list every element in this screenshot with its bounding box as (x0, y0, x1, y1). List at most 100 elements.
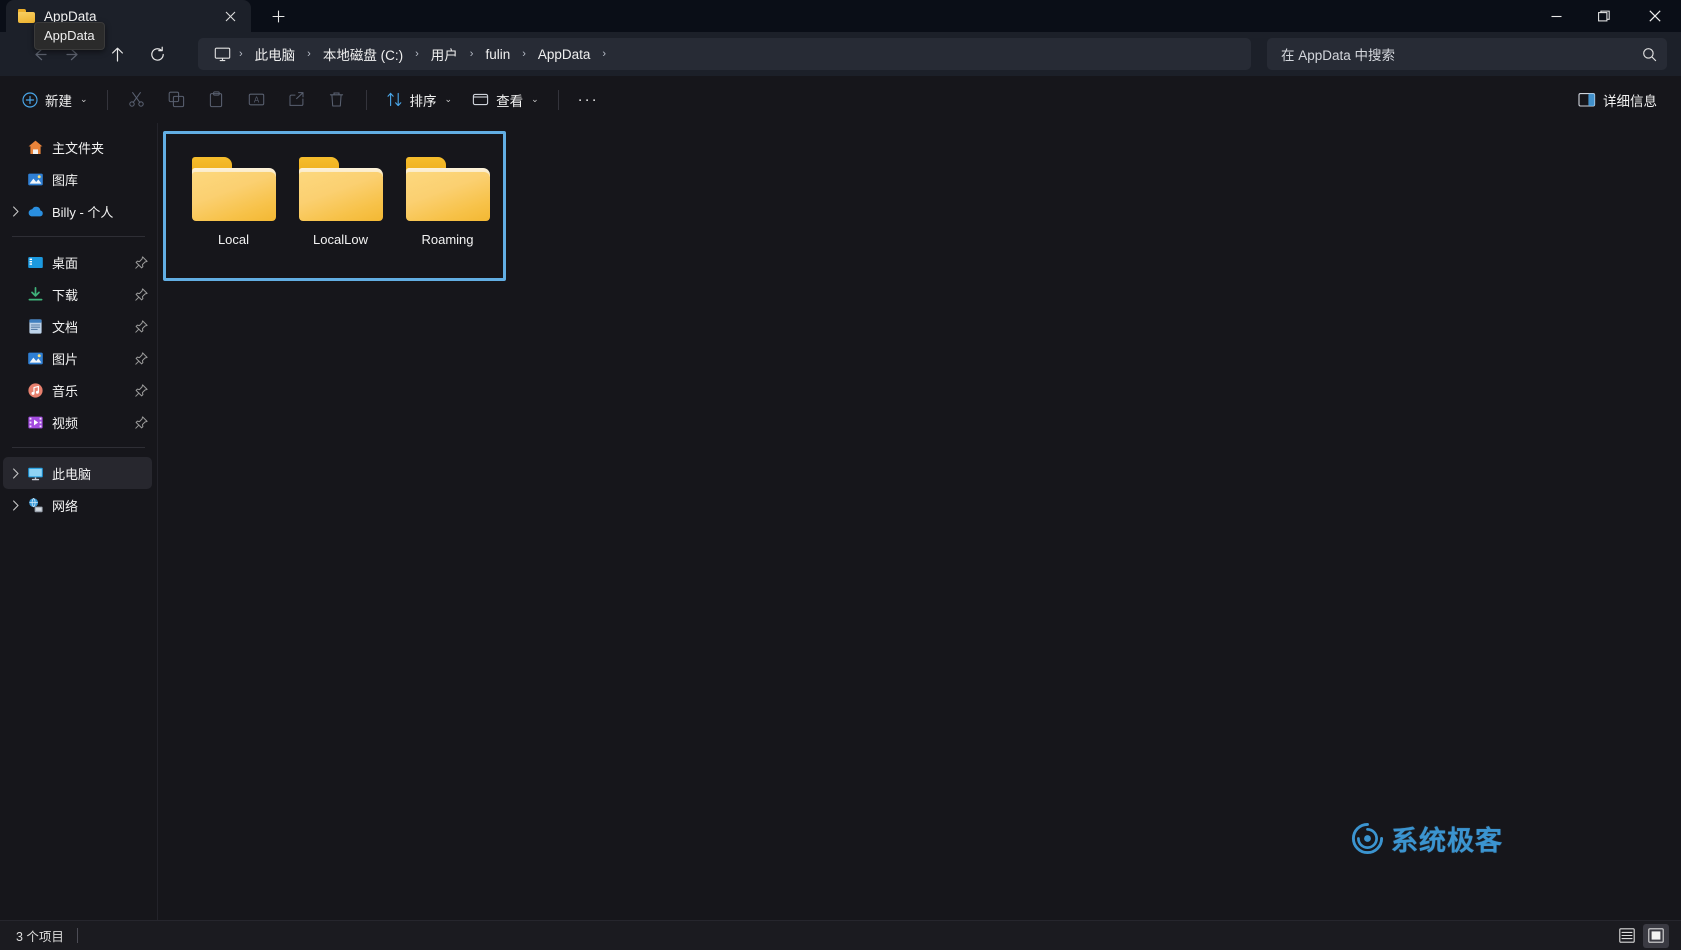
cut-button[interactable] (117, 83, 157, 116)
navigation-bar: › 此电脑 › 本地磁盘 (C:) › 用户 › fulin › AppData… (0, 32, 1681, 76)
pin-icon[interactable] (130, 255, 152, 269)
breadcrumb-item-4[interactable]: AppData (530, 44, 599, 65)
breadcrumb-separator: › (469, 48, 474, 60)
expander-placeholder: › (7, 257, 25, 268)
sidebar-item-desktop[interactable]: › 桌面 (3, 246, 152, 278)
sidebar-item-label: 桌面 (52, 255, 79, 271)
delete-button[interactable] (317, 83, 357, 116)
expander-placeholder: › (7, 142, 25, 153)
documents-icon (25, 316, 45, 336)
sidebar-item-label: 音乐 (52, 383, 79, 399)
pin-icon[interactable] (130, 287, 152, 301)
paste-button[interactable] (197, 83, 237, 116)
expander-placeholder: › (7, 385, 25, 396)
this-pc-breadcrumb-icon[interactable] (214, 47, 231, 62)
this-pc-icon (25, 463, 45, 483)
tab-tooltip: AppData (34, 22, 105, 50)
home-icon (25, 137, 45, 157)
sidebar-item-this-pc[interactable]: 此电脑 (3, 457, 152, 489)
large-icons-view-icon[interactable] (1643, 923, 1669, 948)
file-grid: Local LocalLow Roaming (168, 139, 1681, 247)
share-button[interactable] (277, 83, 317, 116)
chevron-right-icon[interactable] (7, 205, 25, 217)
file-item-locallow[interactable]: LocalLow (287, 149, 394, 247)
file-item-local[interactable]: Local (180, 149, 287, 247)
ellipsis-icon: ··· (577, 91, 599, 108)
sidebar-item-pictures[interactable]: › 图片 (3, 342, 152, 374)
sidebar-item-label: 下载 (52, 287, 79, 303)
sidebar-item-network[interactable]: 网络 (3, 489, 152, 521)
pin-icon[interactable] (130, 351, 152, 365)
watermark: 系统极客 (1351, 819, 1503, 858)
view-button-label: 查看 (496, 93, 524, 109)
copy-button[interactable] (157, 83, 197, 116)
refresh-icon[interactable] (140, 37, 174, 71)
file-list-area[interactable]: Local LocalLow Roaming 系统极客 (158, 123, 1681, 920)
view-button[interactable]: 查看 ⌄ (462, 83, 549, 116)
svg-text:A: A (254, 96, 260, 105)
details-pane-label: 详细信息 (1603, 93, 1657, 109)
expander-placeholder: › (7, 321, 25, 332)
chevron-right-icon[interactable] (7, 467, 25, 479)
item-count-label: 3 个项目 (16, 930, 64, 944)
command-bar: 新建 ⌄ A 排序 ⌄ 查看 ⌄ ··· 详细信息 (0, 76, 1681, 123)
breadcrumb-item-0[interactable]: 此电脑 (247, 41, 304, 67)
toolbar-separator (365, 89, 367, 110)
sort-button[interactable]: 排序 ⌄ (376, 83, 463, 116)
sidebar-item-documents[interactable]: › 文档 (3, 310, 152, 342)
search-input[interactable]: 在 AppData 中搜索 (1267, 38, 1667, 70)
sidebar-item-gallery[interactable]: › 图库 (3, 163, 152, 195)
minimize-icon[interactable] (1532, 0, 1580, 32)
sidebar-item-music[interactable]: › 音乐 (3, 374, 152, 406)
breadcrumb-separator: › (602, 48, 607, 60)
gallery-icon (25, 169, 45, 189)
pin-icon[interactable] (130, 383, 152, 397)
more-options-button[interactable]: ··· (568, 83, 609, 116)
chevron-right-icon[interactable] (7, 499, 25, 511)
pin-icon[interactable] (130, 319, 152, 333)
navigation-sidebar[interactable]: › 主文件夹 › 图库 Billy - 个人 (0, 123, 158, 920)
file-item-roaming[interactable]: Roaming (394, 149, 501, 247)
close-tab-icon[interactable] (217, 3, 243, 29)
new-tab-button[interactable] (263, 2, 293, 30)
folder-icon (298, 153, 383, 221)
close-window-icon[interactable] (1628, 0, 1681, 32)
sidebar-item-downloads[interactable]: › 下载 (3, 278, 152, 310)
window-controls (1532, 0, 1681, 32)
sidebar-item-label: 图库 (52, 172, 79, 188)
expander-placeholder: › (7, 353, 25, 364)
breadcrumb-item-3[interactable]: fulin (477, 44, 518, 65)
new-button-label: 新建 (45, 93, 72, 109)
folder-icon (18, 9, 35, 23)
pin-icon[interactable] (130, 415, 152, 429)
address-bar[interactable]: › 此电脑 › 本地磁盘 (C:) › 用户 › fulin › AppData… (198, 38, 1251, 70)
details-pane-button[interactable]: 详细信息 (1568, 83, 1667, 116)
new-button[interactable]: 新建 ⌄ (12, 83, 98, 116)
expander-placeholder: › (7, 417, 25, 428)
file-name-label: Roaming (421, 232, 474, 247)
expander-placeholder: › (7, 174, 25, 185)
breadcrumb-item-1[interactable]: 本地磁盘 (C:) (315, 41, 411, 67)
sidebar-item-label: 图片 (52, 351, 79, 367)
rename-button[interactable]: A (237, 83, 277, 116)
file-name-label: LocalLow (313, 232, 368, 247)
breadcrumb-separator: › (307, 48, 311, 60)
sidebar-item-label: 文档 (52, 319, 79, 335)
search-icon[interactable] (1642, 47, 1657, 62)
expander-placeholder: › (7, 289, 25, 300)
search-placeholder: 在 AppData 中搜索 (1281, 48, 1396, 63)
spiral-logo-icon (1351, 822, 1384, 855)
downloads-icon (25, 284, 45, 304)
sidebar-item-videos[interactable]: › 视频 (3, 406, 152, 438)
onedrive-icon (25, 201, 45, 221)
maximize-icon[interactable] (1580, 0, 1628, 32)
sidebar-item-onedrive[interactable]: Billy - 个人 (3, 195, 152, 227)
breadcrumb-item-2[interactable]: 用户 (423, 41, 466, 67)
up-arrow-icon[interactable] (100, 37, 134, 71)
sidebar-divider (12, 447, 145, 448)
list-view-icon[interactable] (1614, 924, 1640, 948)
watermark-text: 系统极客 (1391, 826, 1503, 856)
sidebar-item-home[interactable]: › 主文件夹 (3, 131, 152, 163)
main-area: › 主文件夹 › 图库 Billy - 个人 (0, 123, 1681, 920)
breadcrumb-separator: › (239, 48, 243, 60)
